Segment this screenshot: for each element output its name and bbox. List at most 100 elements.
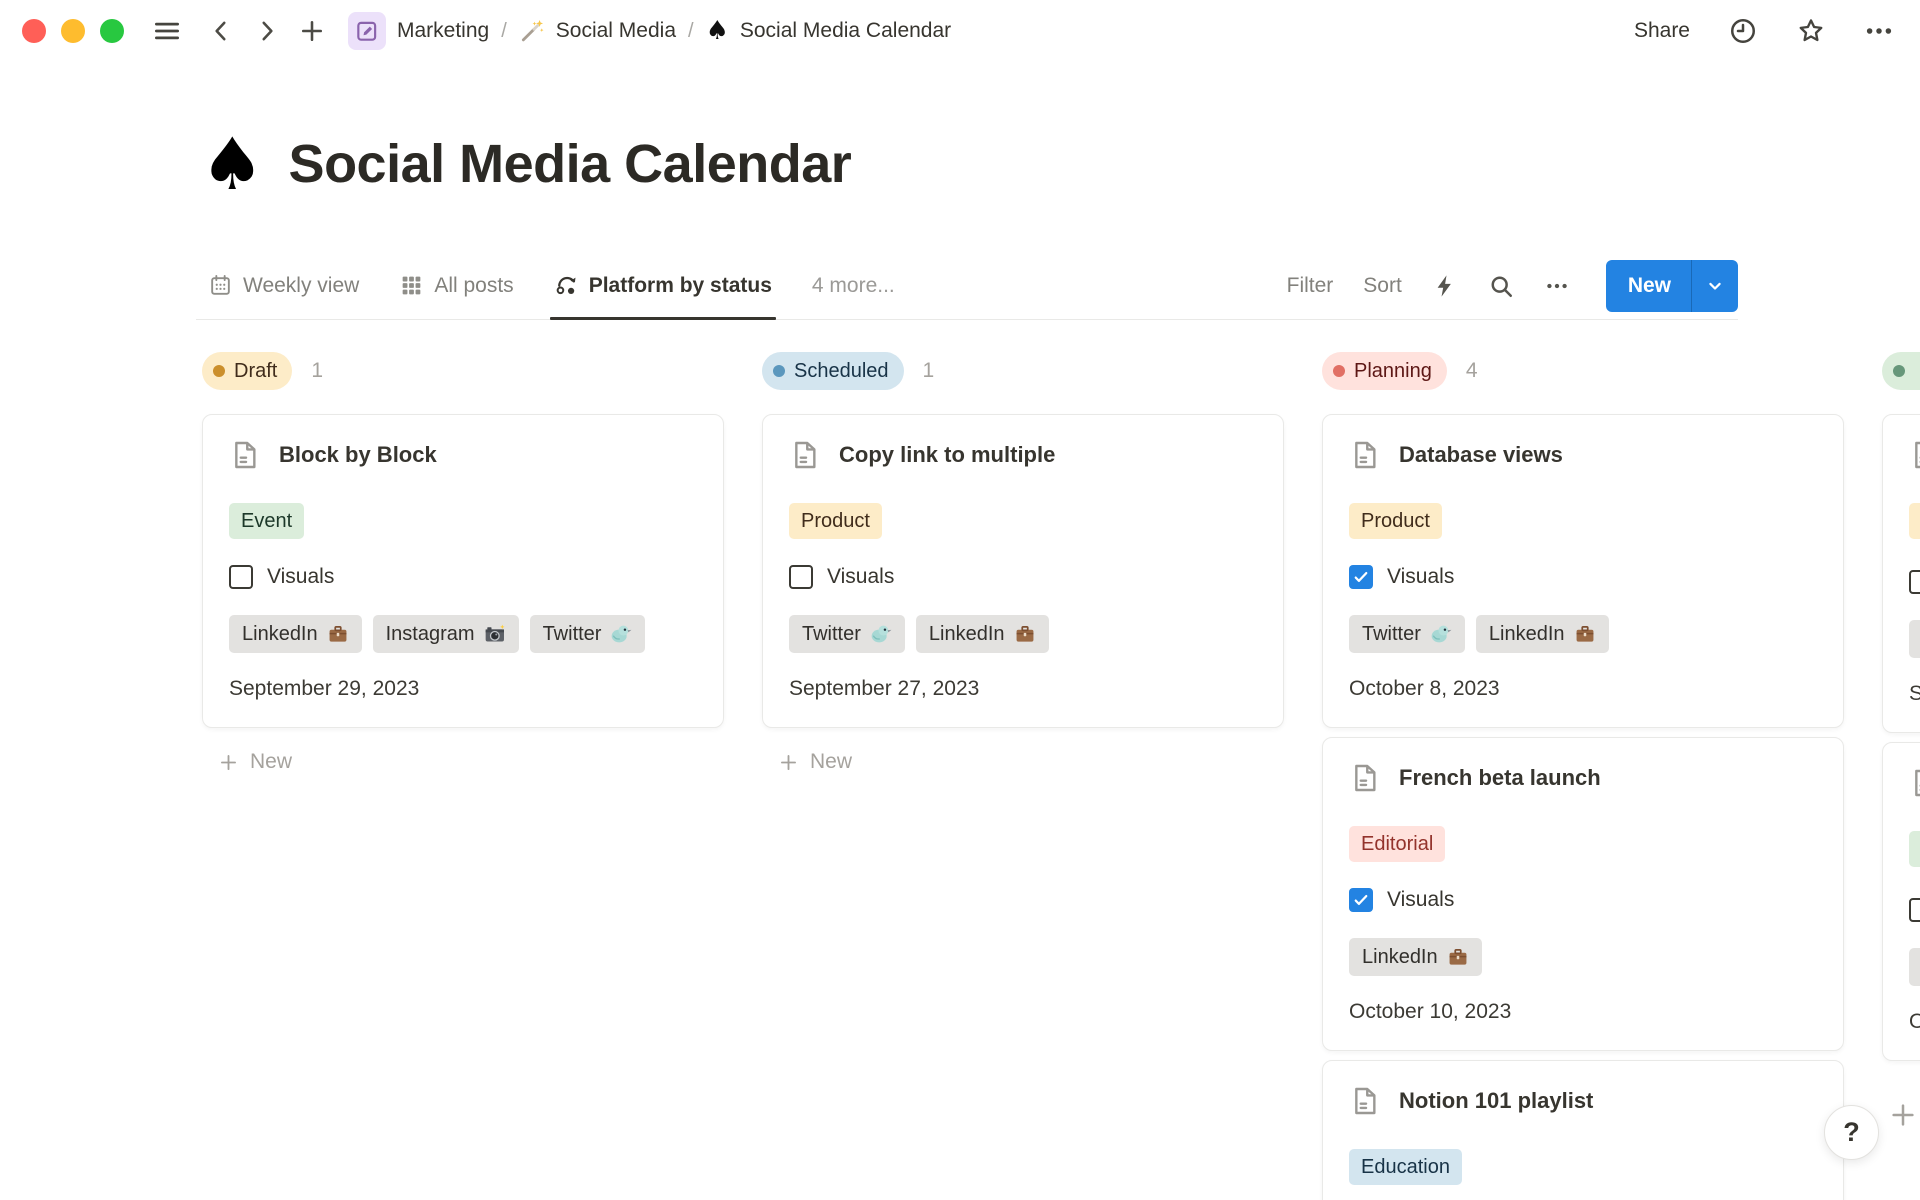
category-tag: Product: [1349, 503, 1442, 539]
card[interactable]: Block by Block Event Visuals LinkedInInstag…: [202, 414, 724, 728]
plus-icon: [218, 752, 239, 773]
column-header: Planning 4: [1322, 352, 1844, 390]
category-tag: [1909, 831, 1920, 867]
bird-icon: [1430, 623, 1452, 645]
category-tag: Event: [229, 503, 304, 539]
add-card-button[interactable]: New: [778, 750, 1284, 774]
help-button[interactable]: ?: [1824, 1105, 1879, 1160]
status-pill[interactable]: Planning: [1322, 352, 1447, 390]
visuals-checkbox[interactable]: [1909, 898, 1920, 922]
new-page-icon[interactable]: [298, 17, 326, 45]
grid-icon: [399, 273, 424, 298]
page-doc-icon: [1349, 439, 1381, 471]
breadcrumb-item[interactable]: Social Media: [519, 18, 676, 44]
minimize-window-button[interactable]: [61, 19, 85, 43]
breadcrumb-item[interactable]: ♠Social Media Calendar: [706, 18, 952, 44]
platform-tags: LinkedInInstagramTwitter: [229, 615, 697, 653]
card-title-row: Notion 101 playlist: [1349, 1085, 1817, 1117]
calendar-icon: [208, 273, 233, 298]
chevron-down-icon: [1705, 276, 1725, 296]
visuals-checkbox[interactable]: [229, 565, 253, 589]
page-doc-icon: [1909, 439, 1920, 471]
page-title[interactable]: Social Media Calendar: [289, 133, 852, 195]
breadcrumb: Marketing/Social Media/♠Social Media Cal…: [348, 12, 951, 50]
briefcase-icon: [1447, 946, 1469, 968]
add-card-button[interactable]: New: [218, 750, 724, 774]
tab-platform-by-status[interactable]: Platform by status: [554, 252, 772, 319]
tab-label: 4 more...: [812, 274, 895, 298]
briefcase-icon: [327, 623, 349, 645]
new-entry-button[interactable]: New: [1606, 260, 1738, 312]
search-icon[interactable]: [1488, 273, 1514, 299]
page-doc-icon: [1349, 1085, 1381, 1117]
platform-tag: LinkedIn: [916, 615, 1049, 653]
visuals-label: Visuals: [1387, 565, 1454, 589]
platform-tag: [1909, 948, 1920, 986]
card-title: Block by Block: [279, 442, 437, 468]
tab-4-more[interactable]: 4 more...: [812, 252, 895, 319]
back-icon[interactable]: [208, 18, 234, 44]
status-dot: [213, 365, 225, 377]
briefcase-icon: [1014, 623, 1036, 645]
category-tag: Editorial: [1349, 826, 1445, 862]
card-title: Copy link to multiple: [839, 442, 1055, 468]
card-title-row: French beta launch: [1349, 762, 1817, 794]
close-window-button[interactable]: [22, 19, 46, 43]
column-count: 1: [311, 359, 323, 383]
status-loop-icon: [554, 273, 579, 298]
card[interactable]: Copy link to multipleProductVisualsTwitt…: [762, 414, 1284, 728]
status-label: Scheduled: [794, 360, 889, 383]
visuals-checkbox[interactable]: [1909, 570, 1920, 594]
status-pill[interactable]: [1882, 352, 1920, 390]
tab-weekly-view[interactable]: Weekly view: [208, 252, 359, 319]
page-icon-spade[interactable]: ♠: [200, 128, 265, 200]
zoom-window-button[interactable]: [100, 19, 124, 43]
sort-button[interactable]: Sort: [1363, 274, 1402, 298]
category-tag: Product: [789, 503, 882, 539]
platform-tags: TwitterLinkedIn: [1349, 615, 1817, 653]
visuals-property: Visuals: [1909, 898, 1920, 922]
notion-window: { "topbar": { "separator": "/", "breadcr…: [0, 0, 1920, 1200]
card-date: October 10, 2023: [1349, 1000, 1817, 1024]
card-title: Notion 101 playlist: [1399, 1088, 1593, 1114]
spade-icon: ♠: [706, 18, 729, 44]
forward-icon[interactable]: [254, 18, 280, 44]
card-date: S: [1909, 682, 1920, 706]
new-entry-label[interactable]: New: [1606, 260, 1691, 312]
filter-button[interactable]: Filter: [1287, 274, 1334, 298]
card[interactable]: Database viewsProductVisualsTwitterLinke…: [1322, 414, 1844, 728]
status-pill[interactable]: Draft: [202, 352, 292, 390]
category-tag: Education: [1349, 1149, 1462, 1185]
automations-bolt-icon[interactable]: [1432, 273, 1458, 299]
card-title-row: Block by Block: [229, 439, 697, 471]
platform-tags: Twitter LinkedIn: [789, 615, 1257, 653]
card-date: October 8, 2023: [1349, 677, 1817, 701]
visuals-checkbox[interactable]: [1349, 565, 1373, 589]
platform-label: Twitter: [1362, 623, 1421, 646]
column-header: Scheduled1: [762, 352, 1284, 390]
sidebar-menu-icon[interactable]: [152, 16, 182, 46]
platform-tag: [1909, 620, 1920, 658]
view-options-ellipsis-icon[interactable]: [1544, 273, 1570, 299]
updates-clock-icon[interactable]: [1728, 16, 1758, 46]
favorite-star-icon[interactable]: [1796, 16, 1826, 46]
visuals-checkbox[interactable]: [1349, 888, 1373, 912]
add-column-plus-icon[interactable]: [1888, 1100, 1918, 1130]
card[interactable]: VisualsS: [1882, 414, 1920, 733]
more-options-icon[interactable]: [1864, 16, 1894, 46]
column-count: 4: [1466, 359, 1478, 383]
visuals-property: Visuals: [229, 565, 697, 589]
page-doc-icon: [1349, 762, 1381, 794]
new-entry-dropdown[interactable]: [1691, 260, 1738, 312]
card[interactable]: Notion 101 playlist Education: [1322, 1060, 1844, 1200]
status-pill[interactable]: Scheduled: [762, 352, 904, 390]
card[interactable]: VisualsO: [1882, 742, 1920, 1061]
share-button[interactable]: Share: [1634, 19, 1690, 43]
breadcrumb-label: Social Media: [556, 19, 676, 43]
page-doc-icon: [229, 439, 261, 471]
platform-label: Twitter: [802, 623, 861, 646]
visuals-checkbox[interactable]: [789, 565, 813, 589]
breadcrumb-item[interactable]: Marketing: [348, 12, 489, 50]
tab-all-posts[interactable]: All posts: [399, 252, 513, 319]
card[interactable]: French beta launchEditorialVisualsLinked…: [1322, 737, 1844, 1051]
